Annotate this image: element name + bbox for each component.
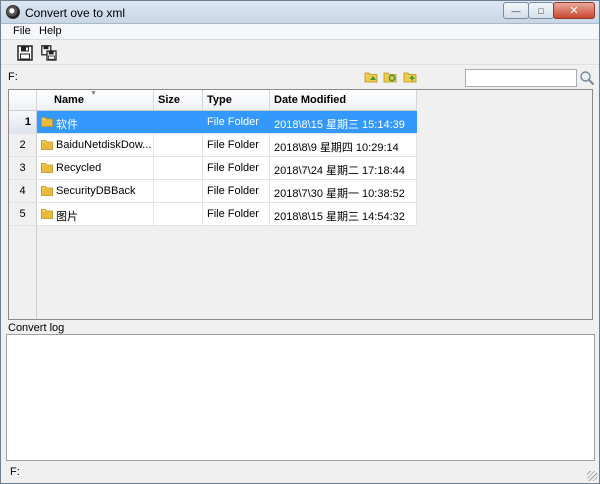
row-number[interactable]: 4 [9,180,37,202]
cell-name-text: 软件 [56,119,78,131]
folder-icon [41,186,53,196]
grid-rows: 1 软件 File Folder 2018\8\15 星期三 15:14:39 2 Bai… [9,111,417,226]
status-text: F: [10,466,20,478]
cell-date[interactable]: 2018\8\15 星期三 14:54:32 [270,203,417,225]
cell-date[interactable]: 2018\8\9 星期四 10:29:14 [270,134,417,156]
column-header-name[interactable]: ▼ Name [37,90,154,111]
folder-refresh-icon[interactable] [383,70,397,83]
row-number-header[interactable] [9,90,37,111]
path-bar: F: [1,66,599,88]
status-bar: F: [1,462,599,483]
app-window: Convert ove to xml — □ ✕ File Help F: ▼ … [0,0,600,484]
cell-name-text: BaiduNetdiskDow... [56,139,152,151]
menu-bar: File Help [1,24,599,40]
maximize-button[interactable]: □ [528,2,554,19]
table-row[interactable]: 1 软件 File Folder 2018\8\15 星期三 15:14:39 [9,111,417,134]
window-controls: — □ ✕ [503,2,595,19]
current-path: F: [8,71,18,83]
cell-name[interactable]: BaiduNetdiskDow... [37,134,154,156]
cell-size[interactable] [154,203,203,225]
row-number[interactable]: 3 [9,157,37,179]
column-header-size[interactable]: Size [154,90,203,111]
row-number[interactable]: 1 [9,111,37,133]
search-icon[interactable] [579,70,595,86]
close-button[interactable]: ✕ [553,2,595,19]
folder-up-icon[interactable] [364,70,378,83]
cell-size[interactable] [154,111,203,133]
grid-header: ▼ Name Size Type Date Modified [9,90,417,111]
cell-name-text: SecurityDBBack [56,185,136,197]
cell-name[interactable]: SecurityDBBack [37,180,154,202]
cell-size[interactable] [154,134,203,156]
cell-type[interactable]: File Folder [203,111,270,133]
log-label: Convert log [8,322,65,334]
save-icon [17,45,33,61]
save-multiple-icon [41,45,57,61]
column-label: Name [54,94,84,106]
cell-name-text: Recycled [56,162,102,174]
file-grid[interactable]: ▼ Name Size Type Date Modified 1 软件 File F… [8,89,593,320]
folder-icon [41,140,53,150]
convert-log[interactable] [6,334,595,461]
cell-type[interactable]: File Folder [203,203,270,225]
save-all-button[interactable] [39,44,59,62]
cell-type[interactable]: File Folder [203,134,270,156]
cell-name[interactable]: 软件 [37,111,154,133]
column-header-type[interactable]: Type [203,90,270,111]
menu-file[interactable]: File [13,25,31,37]
column-header-date[interactable]: Date Modified [270,90,417,111]
window-title: Convert ove to xml [25,6,126,20]
save-button[interactable] [15,44,35,62]
row-number[interactable]: 5 [9,203,37,225]
cell-type[interactable]: File Folder [203,180,270,202]
cell-date[interactable]: 2018\7\30 星期一 10:38:52 [270,180,417,202]
folder-icon [41,117,53,127]
cell-name[interactable]: 图片 [37,203,154,225]
menu-help[interactable]: Help [39,25,62,37]
resize-grip-icon[interactable] [587,471,597,481]
table-row[interactable]: 2 BaiduNetdiskDow... File Folder 2018\8\9 星… [9,134,417,157]
cell-type[interactable]: File Folder [203,157,270,179]
cell-date[interactable]: 2018\8\15 星期三 15:14:39 [270,111,417,133]
table-row[interactable]: 3 Recycled File Folder 2018\7\24 星期二 17:18:… [9,157,417,180]
cell-size[interactable] [154,157,203,179]
table-row[interactable]: 5 图片 File Folder 2018\8\15 星期三 14:54:32 [9,203,417,226]
search-input[interactable] [465,69,577,87]
minimize-button[interactable]: — [503,2,529,19]
cell-date[interactable]: 2018\7\24 星期二 17:18:44 [270,157,417,179]
row-number[interactable]: 2 [9,134,37,156]
sort-indicator-icon: ▼ [90,90,97,97]
app-icon[interactable] [6,5,20,19]
title-bar[interactable]: Convert ove to xml — □ ✕ [1,1,599,24]
folder-icon [41,163,53,173]
table-row[interactable]: 4 SecurityDBBack File Folder 2018\7\30 星期一 … [9,180,417,203]
cell-name-text: 图片 [56,211,78,223]
toolbar [1,41,599,65]
folder-icon [41,209,53,219]
folder-new-icon[interactable] [403,70,417,83]
cell-name[interactable]: Recycled [37,157,154,179]
cell-size[interactable] [154,180,203,202]
